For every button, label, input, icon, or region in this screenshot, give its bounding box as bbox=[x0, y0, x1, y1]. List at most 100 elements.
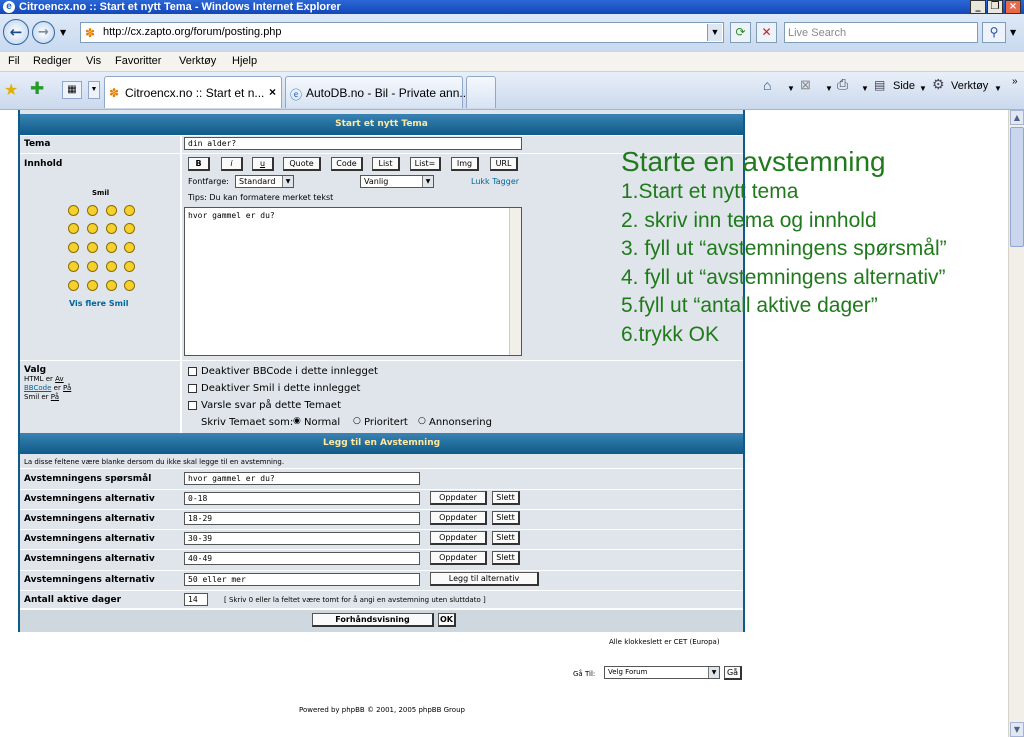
disable-smil-checkbox[interactable] bbox=[188, 384, 197, 393]
smiley-icon[interactable] bbox=[68, 280, 79, 291]
back-button[interactable]: ← bbox=[3, 19, 29, 45]
poll-alt-input[interactable]: 0-18 bbox=[184, 492, 420, 505]
home-dropdown-icon[interactable]: ▼ bbox=[787, 84, 795, 93]
bold-button[interactable]: B bbox=[188, 157, 210, 171]
close-tab-icon[interactable]: × bbox=[269, 85, 276, 99]
tools-menu[interactable]: Verktøy bbox=[951, 80, 988, 92]
minimize-button[interactable]: _ bbox=[970, 0, 986, 14]
close-tags-link[interactable]: Lukk Tagger bbox=[471, 177, 519, 186]
tools-dropdown-icon[interactable]: ▼ bbox=[994, 84, 1002, 93]
goto-forum-select[interactable]: Velg Forum ▼ bbox=[604, 666, 720, 679]
add-alt-button[interactable]: Legg til alternativ bbox=[430, 572, 539, 586]
quote-button[interactable]: Quote bbox=[283, 157, 321, 171]
menu-hjelp[interactable]: Hjelp bbox=[232, 55, 257, 67]
img-button[interactable]: Img bbox=[451, 157, 479, 171]
font-size-select[interactable]: Vanlig ▼ bbox=[360, 175, 434, 188]
menu-rediger[interactable]: Rediger bbox=[33, 55, 72, 67]
search-options-icon[interactable]: ▼ bbox=[1010, 28, 1016, 37]
ok-button[interactable]: OK bbox=[438, 613, 456, 627]
message-textarea[interactable]: hvor gammel er du? bbox=[184, 207, 522, 356]
more-tools-icon[interactable]: » bbox=[1012, 76, 1018, 87]
update-alt-button[interactable]: Oppdater bbox=[430, 511, 487, 525]
feeds-icon[interactable]: ⊠ bbox=[800, 77, 811, 93]
print-dropdown-icon[interactable]: ▼ bbox=[861, 84, 869, 93]
notify-checkbox[interactable] bbox=[188, 401, 197, 410]
poll-days-input[interactable]: 14 bbox=[184, 593, 208, 606]
delete-alt-button[interactable]: Slett bbox=[492, 551, 520, 565]
menu-vis[interactable]: Vis bbox=[86, 55, 101, 67]
poll-alt-input[interactable]: 30-39 bbox=[184, 532, 420, 545]
radio-announce-icon[interactable]: ○ bbox=[418, 416, 426, 426]
search-icon[interactable]: ⚲ bbox=[982, 22, 1006, 43]
maximize-button[interactable]: ❐ bbox=[987, 0, 1003, 14]
underline-button[interactable]: u bbox=[252, 157, 274, 171]
smiley-icon[interactable] bbox=[106, 205, 117, 216]
update-alt-button[interactable]: Oppdater bbox=[430, 551, 487, 565]
address-dropdown-icon[interactable]: ▼ bbox=[707, 24, 722, 41]
history-dropdown-icon[interactable]: ▼ bbox=[60, 28, 66, 37]
smiley-icon[interactable] bbox=[106, 223, 117, 234]
smiley-icon[interactable] bbox=[68, 242, 79, 253]
smiley-icon[interactable] bbox=[87, 280, 98, 291]
scroll-down-icon[interactable]: ▼ bbox=[1010, 722, 1024, 737]
forward-button[interactable]: → bbox=[32, 21, 55, 44]
smiley-icon[interactable] bbox=[106, 261, 117, 272]
smiley-icon[interactable] bbox=[106, 280, 117, 291]
update-alt-button[interactable]: Oppdater bbox=[430, 531, 487, 545]
print-icon[interactable]: ⎙ bbox=[837, 76, 848, 93]
stop-button[interactable]: ✕ bbox=[756, 22, 777, 43]
tab-autodb[interactable]: ⓔ AutoDB.no - Bil - Private ann... bbox=[285, 76, 469, 108]
font-color-select[interactable]: Standard ▼ bbox=[235, 175, 294, 188]
smiley-icon[interactable] bbox=[124, 280, 135, 291]
tab-list-icon[interactable]: ▼ bbox=[88, 81, 100, 99]
smiley-icon[interactable] bbox=[68, 261, 79, 272]
poll-new-alt-input[interactable]: 50 eller mer bbox=[184, 573, 420, 586]
smiley-icon[interactable] bbox=[68, 205, 79, 216]
smiley-icon[interactable] bbox=[124, 205, 135, 216]
radio-normal-icon[interactable]: ◉ bbox=[293, 416, 301, 426]
list-button[interactable]: List bbox=[372, 157, 400, 171]
poll-alt-input[interactable]: 40-49 bbox=[184, 552, 420, 565]
scroll-thumb[interactable] bbox=[1010, 127, 1024, 247]
close-button[interactable]: × bbox=[1005, 0, 1021, 14]
favorites-star-icon[interactable]: ★ bbox=[4, 80, 18, 100]
quick-tabs-icon[interactable]: ▦ bbox=[62, 81, 82, 99]
textarea-scrollbar[interactable] bbox=[509, 208, 521, 355]
menu-verktoy[interactable]: Verktøy bbox=[179, 55, 216, 67]
page-scrollbar[interactable]: ▲ ▼ bbox=[1008, 110, 1024, 737]
add-favorite-icon[interactable]: ✚ bbox=[30, 79, 44, 99]
feeds-dropdown-icon[interactable]: ▼ bbox=[825, 84, 833, 93]
search-input[interactable]: Live Search bbox=[784, 22, 978, 43]
smiley-icon[interactable] bbox=[68, 223, 79, 234]
smiley-icon[interactable] bbox=[87, 242, 98, 253]
smiley-icon[interactable] bbox=[106, 242, 117, 253]
preview-button[interactable]: Forhåndsvisning bbox=[312, 613, 434, 627]
refresh-button[interactable]: ⟳ bbox=[730, 22, 751, 43]
goto-button[interactable]: Gå bbox=[724, 666, 742, 680]
address-field[interactable]: ✽ http://cx.zapto.org/forum/posting.php … bbox=[80, 22, 724, 43]
delete-alt-button[interactable]: Slett bbox=[492, 531, 520, 545]
page-menu[interactable]: Side bbox=[893, 80, 915, 92]
page-dropdown-icon[interactable]: ▼ bbox=[919, 84, 927, 93]
new-tab-button[interactable] bbox=[466, 76, 496, 108]
smiley-icon[interactable] bbox=[124, 242, 135, 253]
radio-priority-icon[interactable]: ○ bbox=[353, 416, 361, 426]
smiley-icon[interactable] bbox=[87, 261, 98, 272]
disable-bbcode-checkbox[interactable] bbox=[188, 367, 197, 376]
list-ordered-button[interactable]: List= bbox=[410, 157, 441, 171]
italic-button[interactable]: i bbox=[221, 157, 243, 171]
bbcode-link[interactable]: BBCode bbox=[24, 384, 51, 392]
smiley-icon[interactable] bbox=[124, 223, 135, 234]
menu-fil[interactable]: Fil bbox=[8, 55, 20, 67]
poll-alt-input[interactable]: 18-29 bbox=[184, 512, 420, 525]
poll-question-input[interactable]: hvor gammel er du? bbox=[184, 472, 420, 485]
code-button[interactable]: Code bbox=[331, 157, 363, 171]
more-smileys-link[interactable]: Vis flere Smil bbox=[69, 299, 128, 308]
smiley-icon[interactable] bbox=[87, 223, 98, 234]
update-alt-button[interactable]: Oppdater bbox=[430, 491, 487, 505]
menu-favoritter[interactable]: Favoritter bbox=[115, 55, 161, 67]
url-button[interactable]: URL bbox=[490, 157, 518, 171]
delete-alt-button[interactable]: Slett bbox=[492, 511, 520, 525]
smiley-icon[interactable] bbox=[124, 261, 135, 272]
tab-citroencx[interactable]: ✽ Citroencx.no :: Start et n... × bbox=[104, 76, 282, 108]
